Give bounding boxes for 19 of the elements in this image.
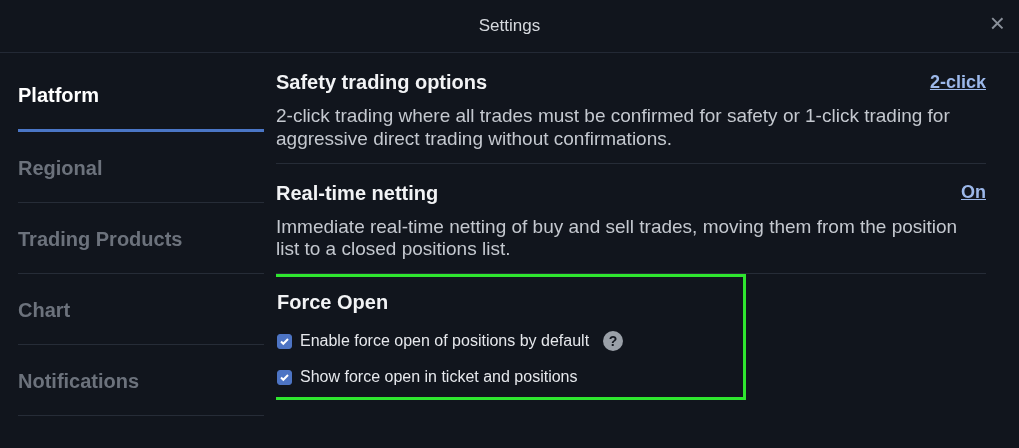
section-title: Safety trading options [276,70,488,95]
sidebar-tab[interactable]: Notifications [18,345,264,416]
sidebar-tab[interactable]: Platform [18,53,264,132]
window-title: Settings [478,15,541,38]
sidebar-tab[interactable]: Regional [18,132,264,203]
checkbox[interactable] [277,333,292,349]
setting-link[interactable]: On [961,179,986,207]
sidebar-tab[interactable]: Trading Products [18,203,264,274]
checkbox-label: Show force open in ticket and positions [300,367,578,388]
checkbox-label: Enable force open of positions by default [300,331,590,352]
close-button[interactable]: × [989,10,1005,36]
help-icon[interactable]: ? [603,331,624,352]
section-description: 2-click trading where all trades must be confirmed for safety or 1-click trading for aggressive direct trading without confirmations. [276,105,951,151]
setting-link[interactable]: 2-click [929,68,986,96]
checkbox[interactable] [277,369,292,385]
section-description: Immediate real-time netting of buy and sell trades, moving them from the position list to a closed positions list. [276,215,959,262]
sidebar-tab[interactable]: Chart [18,274,264,345]
section-title: Force Open [277,290,389,316]
section-title: Real-time netting [276,180,439,206]
